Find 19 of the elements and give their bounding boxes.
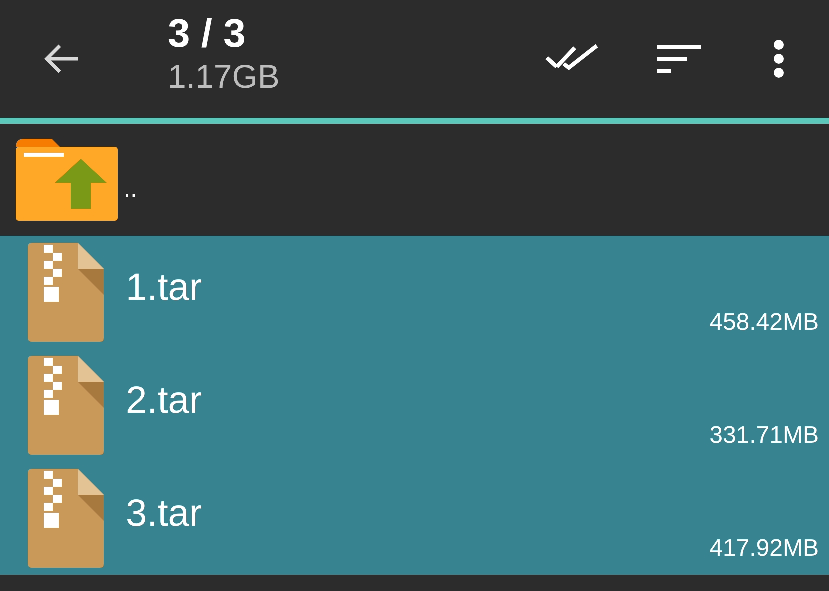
parent-folder-row[interactable]: .. [0, 124, 829, 236]
total-size: 1.17GB [168, 57, 281, 97]
file-size: 417.92MB [710, 535, 819, 563]
archive-file-icon [28, 356, 104, 455]
file-size: 331.71MB [710, 422, 819, 450]
more-icon[interactable] [773, 40, 785, 78]
folder-up-icon [16, 139, 118, 221]
parent-label: .. [124, 176, 138, 204]
archive-file-icon [28, 469, 104, 568]
file-row[interactable]: 2.tar 331.71MB [0, 349, 829, 462]
file-name: 3.tar [126, 493, 202, 536]
archive-file-icon [28, 243, 104, 342]
selection-count: 3 / 3 [168, 12, 247, 56]
sort-icon[interactable] [657, 44, 701, 74]
file-size: 458.42MB [710, 309, 819, 337]
file-row[interactable]: 3.tar 417.92MB [0, 462, 829, 575]
file-row[interactable]: 1.tar 458.42MB [0, 236, 829, 349]
file-name: 1.tar [126, 267, 202, 310]
file-name: 2.tar [126, 380, 202, 423]
